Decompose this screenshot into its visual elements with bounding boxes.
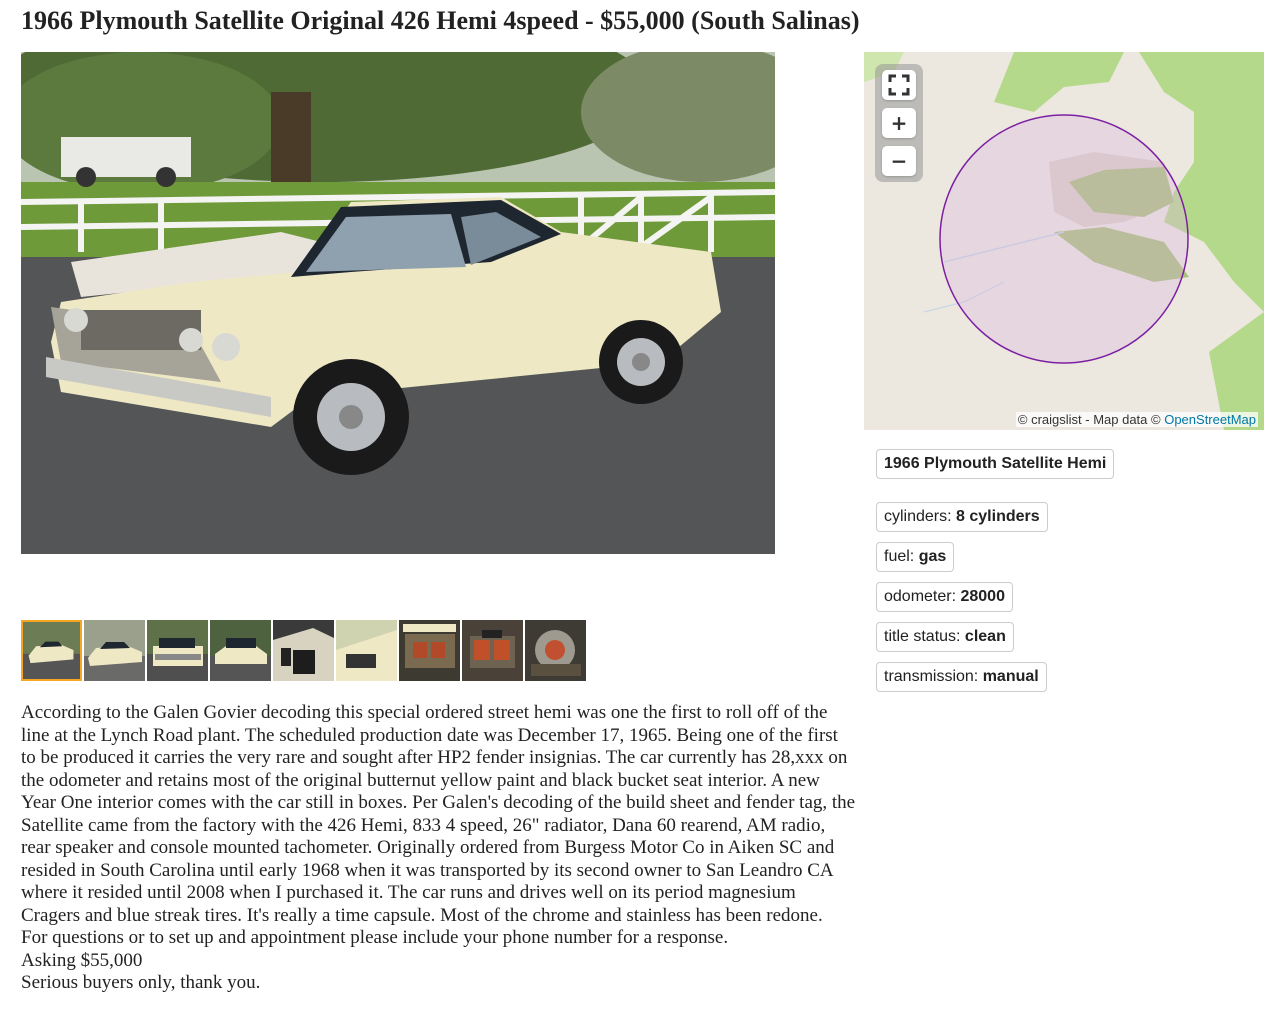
attribute-value: manual bbox=[982, 668, 1039, 685]
attribute-label: odometer: bbox=[884, 588, 961, 605]
attribute-value: clean bbox=[964, 628, 1006, 645]
location-radius-circle bbox=[939, 114, 1189, 364]
map-controls: + − bbox=[875, 64, 923, 182]
description-price-line: Asking $55,000 bbox=[21, 949, 143, 971]
attribute-value: 8 cylinders bbox=[956, 508, 1040, 525]
map-attribution: © craigslist - Map data © OpenStreetMap bbox=[1015, 412, 1258, 427]
attribute-label: title status: bbox=[884, 628, 965, 645]
attribute-value: 28000 bbox=[960, 588, 1005, 605]
thumbnail-1[interactable] bbox=[21, 620, 82, 681]
zoom-out-button[interactable]: − bbox=[882, 146, 916, 176]
description-paragraph: According to the Galen Govier decoding t… bbox=[21, 702, 856, 926]
attribute-cylinders: cylinders: 8 cylinders bbox=[876, 502, 1048, 532]
thumbnail-9[interactable] bbox=[525, 620, 586, 681]
main-photo[interactable] bbox=[21, 52, 775, 554]
thumbnail-5[interactable] bbox=[273, 620, 334, 681]
listing-title: 1966 Plymouth Satellite Original 426 Hem… bbox=[21, 6, 860, 35]
attribute-fuel: fuel: gas bbox=[876, 542, 955, 572]
thumbnail-3[interactable] bbox=[147, 620, 208, 681]
map-attribution-text: © craigslist - Map data © bbox=[1017, 412, 1165, 427]
vehicle-title-attribute: 1966 Plymouth Satellite Hemi bbox=[876, 449, 1115, 479]
thumbnail-7[interactable] bbox=[399, 620, 460, 681]
attribute-label: fuel: bbox=[884, 548, 919, 565]
thumbnail-4[interactable] bbox=[210, 620, 271, 681]
openstreetmap-link[interactable]: OpenStreetMap bbox=[1164, 412, 1256, 427]
thumbnail-strip bbox=[21, 620, 586, 682]
thumbnail-6[interactable] bbox=[336, 620, 397, 681]
location-map[interactable]: + − © craigslist - Map data © OpenStreet… bbox=[864, 52, 1264, 430]
map-tiles bbox=[864, 52, 1264, 430]
attribute-label: transmission: bbox=[884, 668, 983, 685]
attribute-odometer: odometer: 28000 bbox=[876, 582, 1013, 612]
thumbnail-2[interactable] bbox=[84, 620, 145, 681]
description-closing-line: Serious buyers only, thank you. bbox=[21, 972, 261, 993]
car-photo-image bbox=[21, 52, 775, 554]
attribute-title-status: title status: clean bbox=[876, 622, 1014, 652]
attribute-title-group: 1966 Plymouth Satellite Hemi bbox=[876, 449, 1115, 479]
listing-description: According to the Galen Govier decoding t… bbox=[21, 702, 857, 995]
zoom-in-button[interactable]: + bbox=[882, 108, 916, 138]
thumbnail-8[interactable] bbox=[462, 620, 523, 681]
attribute-label: cylinders: bbox=[884, 508, 957, 525]
fullscreen-button[interactable] bbox=[882, 70, 916, 100]
attribute-transmission: transmission: manual bbox=[876, 662, 1047, 692]
attribute-value: gas bbox=[918, 548, 947, 565]
fullscreen-icon bbox=[888, 74, 910, 96]
description-contact-line: For questions or to set up and appointme… bbox=[21, 927, 729, 948]
